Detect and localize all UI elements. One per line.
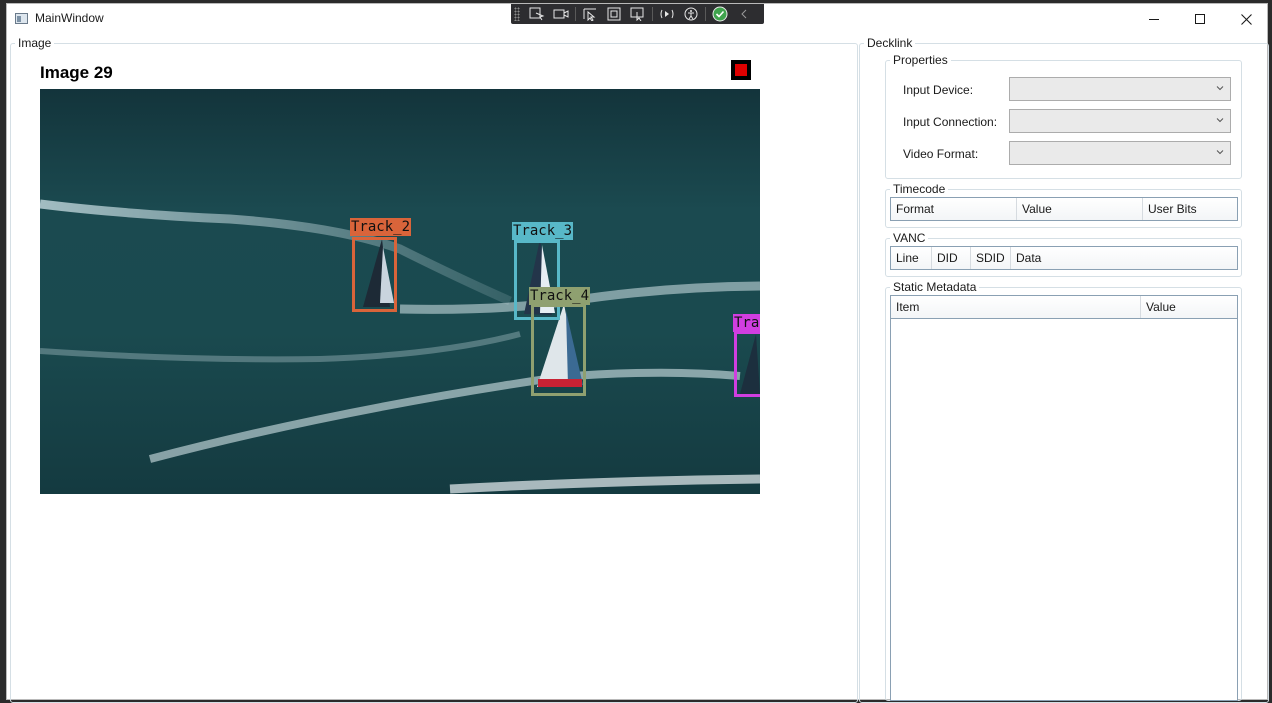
app-window-icon	[15, 13, 28, 24]
static-metadata-col-value[interactable]: Value	[1141, 296, 1237, 318]
select-element-icon[interactable]	[525, 4, 549, 24]
toolbar-separator	[575, 7, 576, 21]
minimize-icon	[1149, 19, 1159, 20]
track-5-label: Track_5	[733, 314, 760, 332]
hot-reload-icon[interactable]	[655, 4, 679, 24]
properties-group-label: Properties	[890, 53, 951, 67]
recording-status-indicator	[731, 60, 751, 80]
close-icon	[1240, 13, 1252, 25]
static-metadata-group-label: Static Metadata	[890, 280, 980, 294]
timecode-group-label: Timecode	[890, 182, 949, 196]
maximize-icon	[1195, 14, 1205, 24]
toolbar-separator	[652, 7, 653, 21]
vanc-col-line[interactable]: Line	[891, 247, 932, 269]
accessibility-icon[interactable]	[679, 4, 703, 24]
timecode-grid-header: Format Value User Bits	[890, 197, 1238, 221]
image-group-label: Image	[15, 36, 55, 50]
toolbar-separator	[705, 7, 706, 21]
pointer-select-icon[interactable]	[578, 4, 602, 24]
video-camera-icon[interactable]	[549, 4, 573, 24]
video-frame: Track_2 Track_3 Track_4 Track_5	[40, 89, 760, 494]
vanc-col-data[interactable]: Data	[1011, 247, 1237, 269]
chevron-down-icon	[1216, 86, 1224, 91]
vanc-col-did[interactable]: DID	[932, 247, 971, 269]
static-metadata-grid-header: Item Value	[890, 295, 1238, 319]
static-metadata-col-item[interactable]: Item	[891, 296, 1141, 318]
decklink-group-label: Decklink	[864, 36, 916, 50]
minimize-button[interactable]	[1131, 4, 1177, 34]
timecode-col-format[interactable]: Format	[891, 198, 1017, 220]
vanc-grid-header: Line DID SDID Data	[890, 246, 1238, 270]
window-title: MainWindow	[35, 11, 104, 25]
image-title: Image 29	[40, 63, 113, 82]
input-device-label: Input Device:	[903, 83, 974, 97]
input-device-combobox[interactable]	[1009, 77, 1231, 101]
video-format-combobox[interactable]	[1009, 141, 1231, 165]
track-4-bbox	[531, 304, 586, 396]
chevron-down-icon	[1216, 150, 1224, 155]
toolbar-grip[interactable]	[514, 7, 520, 21]
track-2-bbox	[352, 237, 397, 312]
collapse-chevron-icon[interactable]	[732, 4, 756, 24]
track-5-bbox	[734, 331, 760, 397]
video-image	[40, 199, 760, 494]
chevron-down-icon	[1216, 118, 1224, 123]
input-connection-label: Input Connection:	[903, 115, 998, 129]
timecode-col-user-bits[interactable]: User Bits	[1143, 198, 1237, 220]
check-ok-icon[interactable]	[708, 4, 732, 24]
video-format-label: Video Format:	[903, 147, 979, 161]
close-button[interactable]	[1223, 4, 1269, 34]
track-4-label: Track_4	[529, 287, 591, 305]
track-focus-icon[interactable]	[626, 4, 650, 24]
vanc-group-label: VANC	[890, 231, 929, 245]
maximize-button[interactable]	[1177, 4, 1223, 34]
timecode-col-value[interactable]: Value	[1017, 198, 1143, 220]
track-2-label: Track_2	[350, 218, 412, 236]
input-connection-combobox[interactable]	[1009, 109, 1231, 133]
vanc-col-sdid[interactable]: SDID	[971, 247, 1011, 269]
track-3-label: Track_3	[512, 222, 574, 240]
debug-toolbar	[511, 4, 764, 24]
main-window: MainWindow Image Image 29 Track_2 Track_…	[6, 3, 1269, 703]
static-metadata-grid[interactable]	[890, 295, 1238, 701]
display-layout-icon[interactable]	[602, 4, 626, 24]
